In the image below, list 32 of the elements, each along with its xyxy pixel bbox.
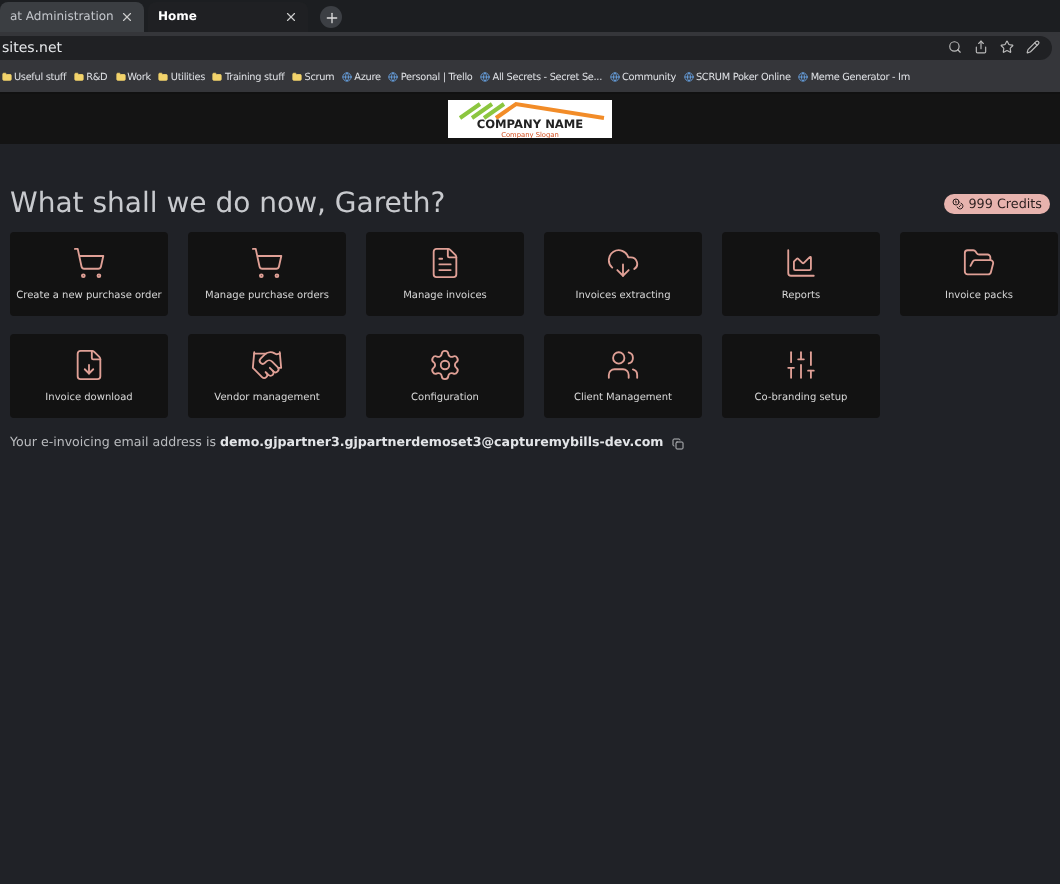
folder-icon [74,72,85,82]
close-icon[interactable] [120,10,134,24]
sliders-icon [784,348,818,382]
folder-icon [2,72,12,82]
chart-icon [784,246,818,280]
folder-icon [962,246,996,280]
file-download-icon [72,348,106,382]
globe-icon [480,72,491,82]
cloud-download-icon [606,246,640,280]
globe-icon [610,72,620,82]
globe-icon [798,72,809,82]
greeting-heading: What shall we do now, Gareth? [10,188,446,220]
new-tab-button[interactable] [320,6,342,28]
share-icon[interactable] [974,40,988,54]
people-icon [606,348,640,382]
cart-icon [72,246,106,280]
folder-icon [212,72,223,82]
folder-icon [115,72,126,82]
gear-icon [428,348,462,382]
folder-icon [158,72,169,82]
globe-icon [388,72,399,82]
folder-icon [292,72,303,82]
globe-icon [683,72,694,82]
pencil-icon[interactable] [1026,40,1040,54]
star-icon[interactable] [1000,40,1014,54]
globe-icon [342,72,353,82]
search-icon[interactable] [948,40,962,54]
close-icon[interactable] [284,10,298,24]
cart-icon [250,246,284,280]
document-icon [428,246,462,280]
handshake-icon [250,348,284,382]
copy-icon[interactable] [671,437,684,449]
